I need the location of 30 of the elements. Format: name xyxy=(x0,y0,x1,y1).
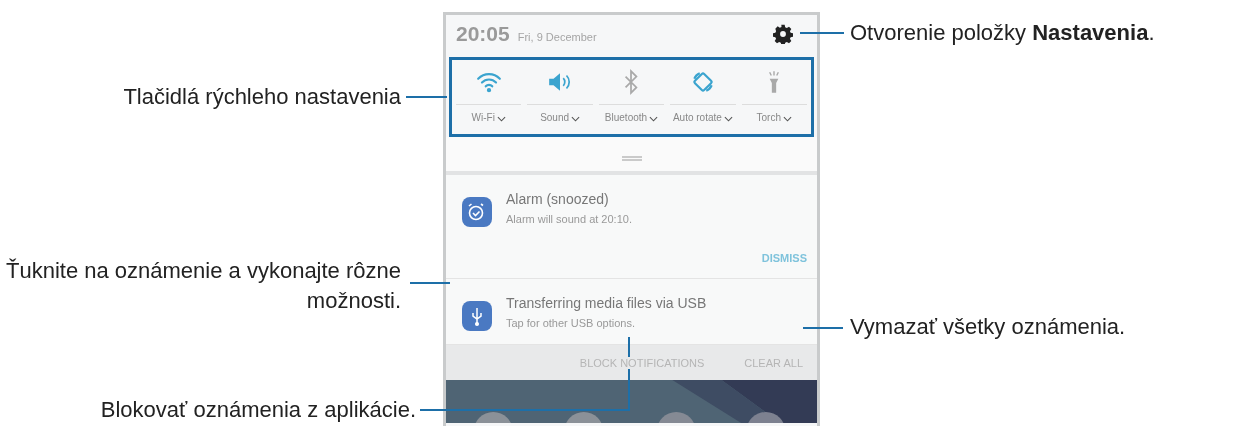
dismiss-button[interactable]: DISMISS xyxy=(761,252,807,264)
caret-icon[interactable] xyxy=(783,116,792,122)
leader-line xyxy=(406,96,447,98)
leader-line xyxy=(803,327,843,329)
alarm-clock-icon xyxy=(462,197,492,227)
caret-icon[interactable] xyxy=(649,116,659,122)
caret-icon[interactable] xyxy=(571,116,581,122)
caret-icon[interactable] xyxy=(496,116,506,122)
tile-label[interactable]: Torch xyxy=(756,105,781,131)
notification-text: Tap for other USB options. xyxy=(506,317,636,329)
date-text: Fri, 9 December xyxy=(517,30,597,43)
tile-label[interactable]: Wi-Fi xyxy=(471,105,495,131)
tile-label[interactable]: Sound xyxy=(540,105,570,131)
callout-text: Ťuknite na oznámenie a vykonajte rôzne možnosti. xyxy=(5,257,401,315)
clock-time: 20:05 xyxy=(456,22,510,46)
callout-text: Tlačidlá rýchleho nastavenia xyxy=(123,83,401,111)
usb-icon xyxy=(462,301,492,331)
leader-line xyxy=(800,32,844,34)
settings-icon[interactable] xyxy=(773,24,793,44)
tile-label[interactable]: Auto rotate xyxy=(672,105,722,131)
callout-text: Blokovať oznámenia z aplikácie. xyxy=(100,396,416,424)
tile-label[interactable]: Bluetooth xyxy=(604,105,648,131)
notification-title: Transferring media files via USB xyxy=(506,295,707,311)
callout-text: Vymazať všetky oznámenia. xyxy=(850,313,1126,341)
notification-title: Alarm (snoozed) xyxy=(506,191,610,207)
callout-text: Otvorenie položky Nastavenia. xyxy=(850,19,1155,47)
drag-handle-icon[interactable] xyxy=(621,156,642,161)
caret-icon[interactable] xyxy=(723,116,733,122)
notification-text: Alarm will sound at 20:10. xyxy=(506,213,632,225)
leader-line xyxy=(410,282,450,284)
